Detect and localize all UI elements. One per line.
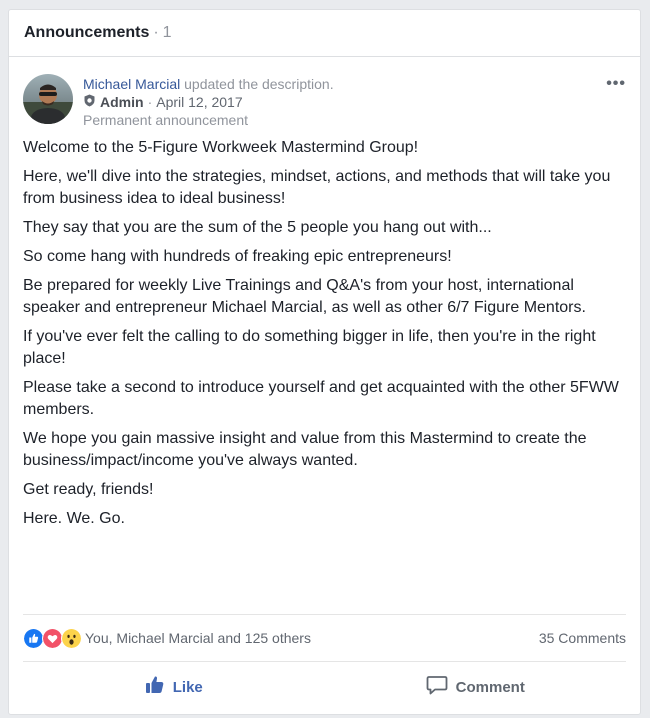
like-label: Like — [172, 678, 203, 696]
post-actions-bar: Like Comment — [23, 662, 626, 712]
comment-bubble-icon — [426, 675, 456, 699]
reactions-text[interactable]: You, Michael Marcial and 125 others — [85, 630, 311, 646]
reaction-icons — [23, 627, 82, 649]
post-paragraph: They say that you are the sum of the 5 p… — [23, 219, 492, 236]
post-paragraph: Here. We. Go. — [23, 510, 125, 527]
announcement-post: Michael Marcial updated the description.… — [9, 57, 640, 530]
role-separator: · — [147, 94, 153, 110]
more-options-icon[interactable]: ••• — [606, 75, 626, 93]
post-paragraph: If you've ever felt the calling to do so… — [23, 328, 596, 367]
post-paragraph: So come hang with hundreds of freaking e… — [23, 248, 452, 265]
author-link[interactable]: Michael Marcial — [83, 76, 180, 92]
love-reaction-icon — [42, 627, 63, 649]
avatar[interactable] — [23, 74, 73, 124]
comments-count-link[interactable]: 35 Comments — [539, 630, 626, 646]
reaction-stats-bar: You, Michael Marcial and 125 others 35 C… — [23, 614, 626, 662]
post-paragraph: We hope you gain massive insight and val… — [23, 430, 587, 469]
post-paragraph: Please take a second to introduce yourse… — [23, 379, 619, 418]
admin-shield-icon — [83, 93, 96, 111]
thumbs-up-icon — [145, 675, 173, 699]
comment-label: Comment — [455, 678, 525, 696]
post-paragraph: Get ready, friends! — [23, 481, 154, 498]
post-body: Welcome to the 5-Figure Workweek Masterm… — [23, 137, 626, 530]
post-action-text: updated the description. — [184, 76, 334, 92]
like-button[interactable]: Like — [23, 662, 325, 712]
post-meta: Michael Marcial updated the description.… — [83, 74, 334, 129]
like-reaction-icon — [23, 627, 44, 649]
announcements-card: Announcements · 1 Michael Marcial update… — [8, 9, 641, 715]
meta-line: Michael Marcial updated the description. — [83, 75, 334, 93]
post-header: Michael Marcial updated the description.… — [23, 57, 626, 129]
comment-button[interactable]: Comment — [325, 662, 627, 712]
role-badge: Admin — [100, 94, 144, 110]
pinned-label: Permanent announcement — [83, 112, 248, 128]
role-line: Admin · April 12, 2017 — [83, 93, 334, 111]
post-date[interactable]: April 12, 2017 — [156, 93, 242, 111]
post-paragraph: Be prepared for weekly Live Trainings an… — [23, 277, 586, 316]
post-paragraph: Welcome to the 5-Figure Workweek Masterm… — [23, 139, 419, 156]
post-paragraph: Here, we'll dive into the strategies, mi… — [23, 168, 611, 207]
section-header: Announcements · 1 — [9, 10, 640, 57]
section-title: Announcements — [24, 24, 150, 41]
wow-reaction-icon — [61, 627, 82, 649]
section-separator: · — [153, 24, 159, 41]
reactions-summary[interactable]: You, Michael Marcial and 125 others — [23, 627, 311, 649]
announcement-count: 1 — [162, 24, 172, 41]
